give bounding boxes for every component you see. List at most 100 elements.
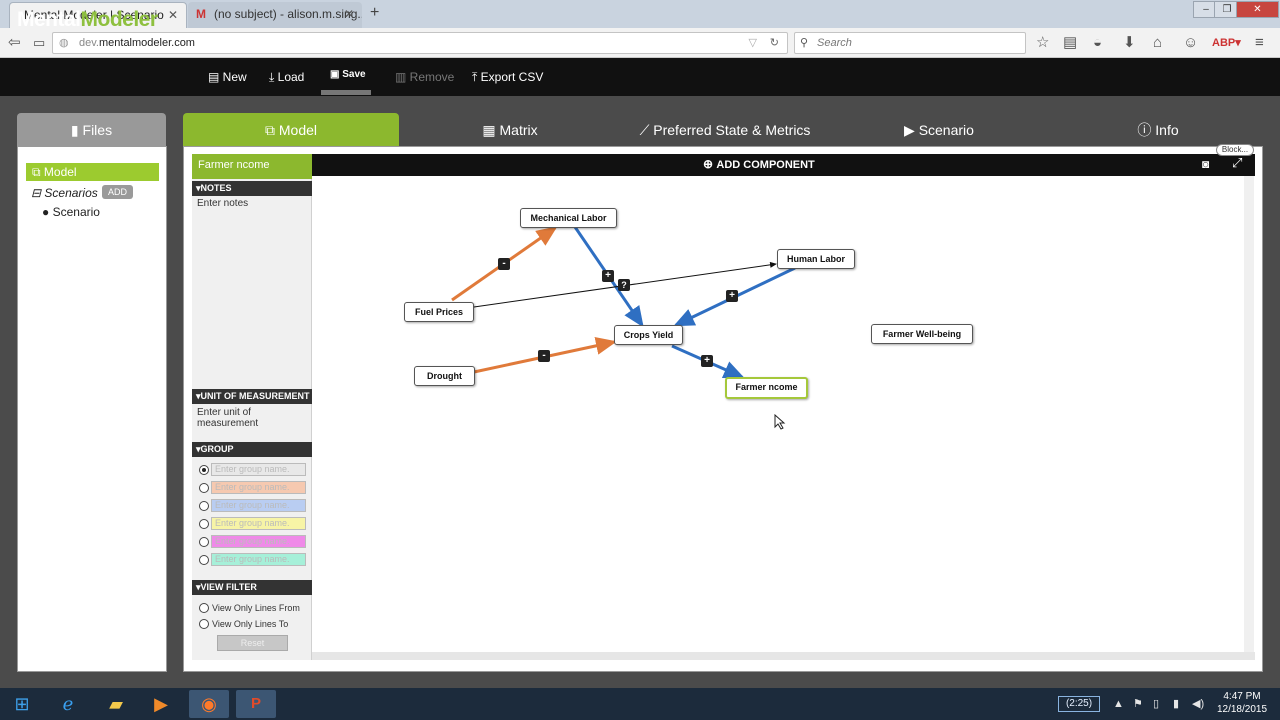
browser-tab-gmail[interactable]: M (no subject) - alison.m.sing... ✕ [188, 2, 362, 28]
start-windows-icon[interactable]: ⊞ [2, 690, 42, 718]
unit-header[interactable]: ▾UNIT OF MEASUREMENT [192, 389, 312, 404]
back-arrow-icon[interactable]: ⇦ [8, 34, 21, 52]
battery-icon[interactable]: ▯ [1153, 697, 1159, 711]
new-tab-button[interactable]: + [370, 4, 379, 22]
add-component-button[interactable]: ⊕ ADD COMPONENT [703, 157, 815, 172]
group-radio[interactable] [199, 465, 209, 475]
group-radio[interactable] [199, 483, 209, 493]
close-tab-icon[interactable]: ✕ [168, 3, 178, 27]
tab-scenario-label: Scenario [918, 122, 974, 138]
search-input[interactable]: ⚲ Search [794, 32, 1026, 54]
notes-textarea[interactable]: Enter notes [197, 198, 307, 388]
edge-sign-plus[interactable]: + [602, 270, 614, 282]
battery-indicator[interactable]: (2:25) [1058, 696, 1100, 712]
export-csv-button[interactable]: ⤒ Export CSV [472, 69, 543, 85]
block-button[interactable]: Block... [1216, 144, 1254, 156]
group-radio[interactable] [199, 555, 209, 565]
mouse-cursor-icon [774, 414, 786, 430]
node-crops-yield[interactable]: Crops Yield [614, 325, 683, 345]
group-name-input[interactable]: Enter group name. [211, 535, 306, 548]
edge-sign-unknown[interactable]: ? [618, 279, 630, 291]
filter-from-radio[interactable] [199, 603, 209, 613]
group-name-input[interactable]: Enter group name. [211, 553, 306, 566]
add-scenario-button[interactable]: ADD [102, 185, 133, 199]
edge-sign-minus[interactable]: - [498, 258, 510, 270]
tree-item-model[interactable]: ⧉ Model [26, 163, 159, 181]
camera-icon[interactable]: ◙ [1202, 157, 1209, 171]
home-icon[interactable]: ⌂ [1153, 34, 1162, 52]
file-icon: ▤ [208, 70, 223, 84]
system-clock[interactable]: 4:47 PM 12/18/2015 [1212, 690, 1272, 716]
close-window-icon[interactable]: ✕ [1236, 1, 1279, 18]
scenarios-label: Scenarios [44, 186, 98, 200]
filter-to-label: View Only Lines To [212, 619, 289, 629]
node-drought[interactable]: Drought [414, 366, 475, 386]
model-canvas[interactable]: - + ? + - + Mechanical Labor Human Labor… [312, 176, 1255, 660]
node-farmer-well-being[interactable]: Farmer Well-being [871, 324, 973, 344]
tab-files[interactable]: ▮ Files [17, 113, 166, 147]
edge-sign-plus[interactable]: + [726, 290, 738, 302]
collapse-icon[interactable]: ⊟ [31, 186, 44, 200]
group-name-input[interactable]: Enter group name. [211, 463, 306, 476]
group-radio[interactable] [199, 501, 209, 511]
canvas-vertical-scrollbar[interactable] [1244, 176, 1254, 660]
view-filter-header[interactable]: ▾VIEW FILTER [192, 580, 312, 595]
node-farmer-income[interactable]: Farmer ncome [725, 377, 808, 399]
volume-icon[interactable]: ◀) [1192, 697, 1204, 711]
network-icon[interactable]: ▮ [1173, 697, 1179, 711]
group-name-input[interactable]: Enter group name. [211, 481, 306, 494]
internet-explorer-icon[interactable]: ℯ [48, 690, 88, 718]
sitemap-icon: ⧉ [32, 165, 44, 179]
tab-info[interactable]: ⓘ Info [1128, 113, 1188, 147]
reset-button[interactable]: Reset [217, 635, 288, 651]
url-bar[interactable]: ◍ dev.mentalmodeler.com ▽ ↻ [52, 32, 788, 54]
file-explorer-icon[interactable]: ▰ [96, 690, 136, 718]
tree-item-scenario[interactable]: ● Scenario [42, 204, 100, 220]
hamburger-menu-icon[interactable]: ≡ [1255, 34, 1264, 52]
dropdown-arrow-icon[interactable]: ▽ [749, 33, 757, 53]
edge-sign-minus[interactable]: - [538, 350, 550, 362]
tree-item-scenarios[interactable]: ⊟ Scenarios [31, 185, 98, 201]
firefox-icon[interactable]: ◉ [189, 690, 229, 718]
node-mechanical-labor[interactable]: Mechanical Labor [520, 208, 617, 228]
group-radio[interactable] [199, 519, 209, 529]
chat-icon[interactable]: ☺ [1183, 34, 1198, 52]
close-tab-icon[interactable]: ✕ [344, 2, 354, 26]
flag-icon[interactable]: ⚑ [1133, 697, 1143, 711]
tab-preferred-state[interactable]: ⟋ Preferred State & Metrics [630, 113, 820, 147]
save-button[interactable]: ▣ Save [330, 67, 366, 83]
fullscreen-icon[interactable]: ⤢ [1232, 156, 1242, 170]
tab-matrix[interactable]: ▦ Matrix [470, 113, 550, 147]
new-button[interactable]: ▤ New [208, 69, 247, 85]
filter-to-radio[interactable] [199, 619, 209, 629]
reading-list-icon[interactable]: ▤ [1063, 34, 1077, 52]
edge-sign-plus[interactable]: + [701, 355, 713, 367]
powerpoint-icon[interactable]: P [236, 690, 276, 718]
group-header-label: GROUP [200, 444, 234, 454]
adblock-icon[interactable]: ABP▾ [1212, 34, 1241, 52]
tree-model-label: Model [43, 165, 77, 179]
notes-header[interactable]: ▾NOTES [192, 181, 312, 196]
pocket-icon[interactable]: ◒ [1093, 34, 1102, 52]
bookmark-star-icon[interactable]: ☆ [1036, 34, 1049, 52]
canvas-horizontal-scrollbar[interactable] [312, 652, 1255, 660]
logo-mental: Mental [17, 8, 81, 31]
remove-button[interactable]: ▥ Remove [395, 69, 454, 85]
tab-files-label: Files [82, 122, 113, 138]
node-fuel-prices[interactable]: Fuel Prices [404, 302, 474, 322]
tab-scenario[interactable]: ▶ Scenario [895, 113, 983, 147]
group-name-input[interactable]: Enter group name. [211, 517, 306, 530]
tab-model[interactable]: ⧉ Model [183, 113, 399, 147]
show-hidden-icons-icon[interactable]: ▲ [1113, 697, 1124, 711]
reader-view-icon[interactable]: ▭ [33, 34, 45, 52]
media-player-icon[interactable]: ▶ [141, 690, 181, 718]
group-radio[interactable] [199, 537, 209, 547]
group-header[interactable]: ▾GROUP [192, 442, 312, 457]
node-human-labor[interactable]: Human Labor [777, 249, 855, 269]
group-name-input[interactable]: Enter group name. [211, 499, 306, 512]
unit-input[interactable]: Enter unit of measurement [197, 407, 307, 429]
selected-component-title: Farmer ncome [192, 154, 312, 179]
reload-icon[interactable]: ↻ [770, 33, 779, 53]
load-button[interactable]: ⤓ Load [269, 69, 304, 85]
download-icon[interactable]: ⬇ [1123, 34, 1136, 52]
